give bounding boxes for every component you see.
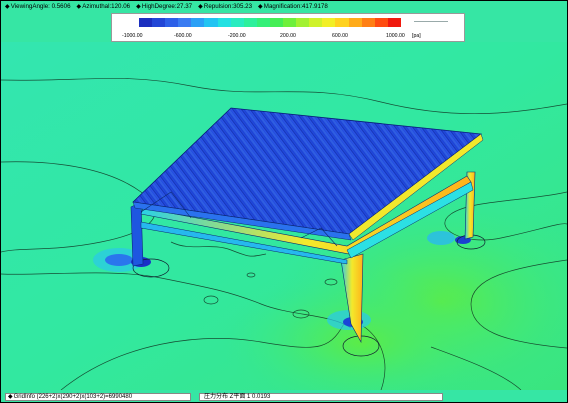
legend-color-swatch — [387, 18, 401, 27]
legend-color-swatch — [283, 18, 297, 27]
legend-tick: -1000.00 — [122, 33, 143, 39]
legend-color-swatch — [309, 18, 323, 27]
viewing-angle-label: ViewingAngle: 0.5606 — [5, 3, 71, 10]
high-degree-label: HighDegree:27.37 — [136, 3, 192, 10]
legend-unit: [pa] — [412, 33, 421, 39]
legend-color-swatch — [296, 18, 310, 27]
azimuthal-label: Azimuthal:120.06 — [77, 3, 130, 10]
legend-color-swatch — [335, 18, 349, 27]
legend-color-swatch — [204, 18, 218, 27]
legend-colorbar — [139, 18, 401, 27]
legend-color-swatch — [178, 18, 192, 27]
legend-color-swatch — [348, 18, 362, 27]
legend-color-swatch — [322, 18, 336, 27]
legend-color-swatch — [230, 18, 244, 27]
legend-tick: 200.00 — [280, 33, 296, 39]
legend-color-swatch — [374, 18, 388, 27]
legend-tick: -200.00 — [228, 33, 246, 39]
grid-info: GridInfo (226+2)x(290+2)x(103+2)=6990480 — [5, 393, 191, 401]
legend-color-swatch — [269, 18, 284, 27]
legend-color-swatch — [256, 18, 270, 27]
color-legend: -1000.00 -600.00 -200.00 200.00 600.00 1… — [111, 13, 465, 42]
magnification-label: Magnification:417.9178 — [258, 3, 328, 10]
legend-tick: -600.00 — [174, 33, 192, 39]
plane-info: 圧力分布 Z平面 1 0.0193 — [199, 393, 443, 401]
app-window: ViewingAngle: 0.5606 Azimuthal:120.06 Hi… — [0, 0, 568, 403]
pressure-visualization[interactable] — [1, 42, 567, 390]
legend-color-swatch — [243, 18, 257, 27]
legend-color-swatch — [139, 18, 153, 27]
legend-line-sample — [414, 21, 448, 22]
legend-tick: 600.00 — [332, 33, 348, 39]
legend-color-swatch — [361, 18, 375, 27]
legend-color-swatch — [217, 18, 231, 27]
repulsion-label: Repulsion:305.23 — [198, 3, 252, 10]
legend-tick: 1000.00 — [386, 33, 405, 39]
view-parameters-bar: ViewingAngle: 0.5606 Azimuthal:120.06 Hi… — [1, 1, 567, 12]
legend-color-swatch — [165, 18, 179, 27]
legend-color-swatch — [152, 18, 166, 27]
legend-color-swatch — [191, 18, 205, 27]
status-bar: GridInfo (226+2)x(290+2)x(103+2)=6990480… — [1, 392, 567, 402]
